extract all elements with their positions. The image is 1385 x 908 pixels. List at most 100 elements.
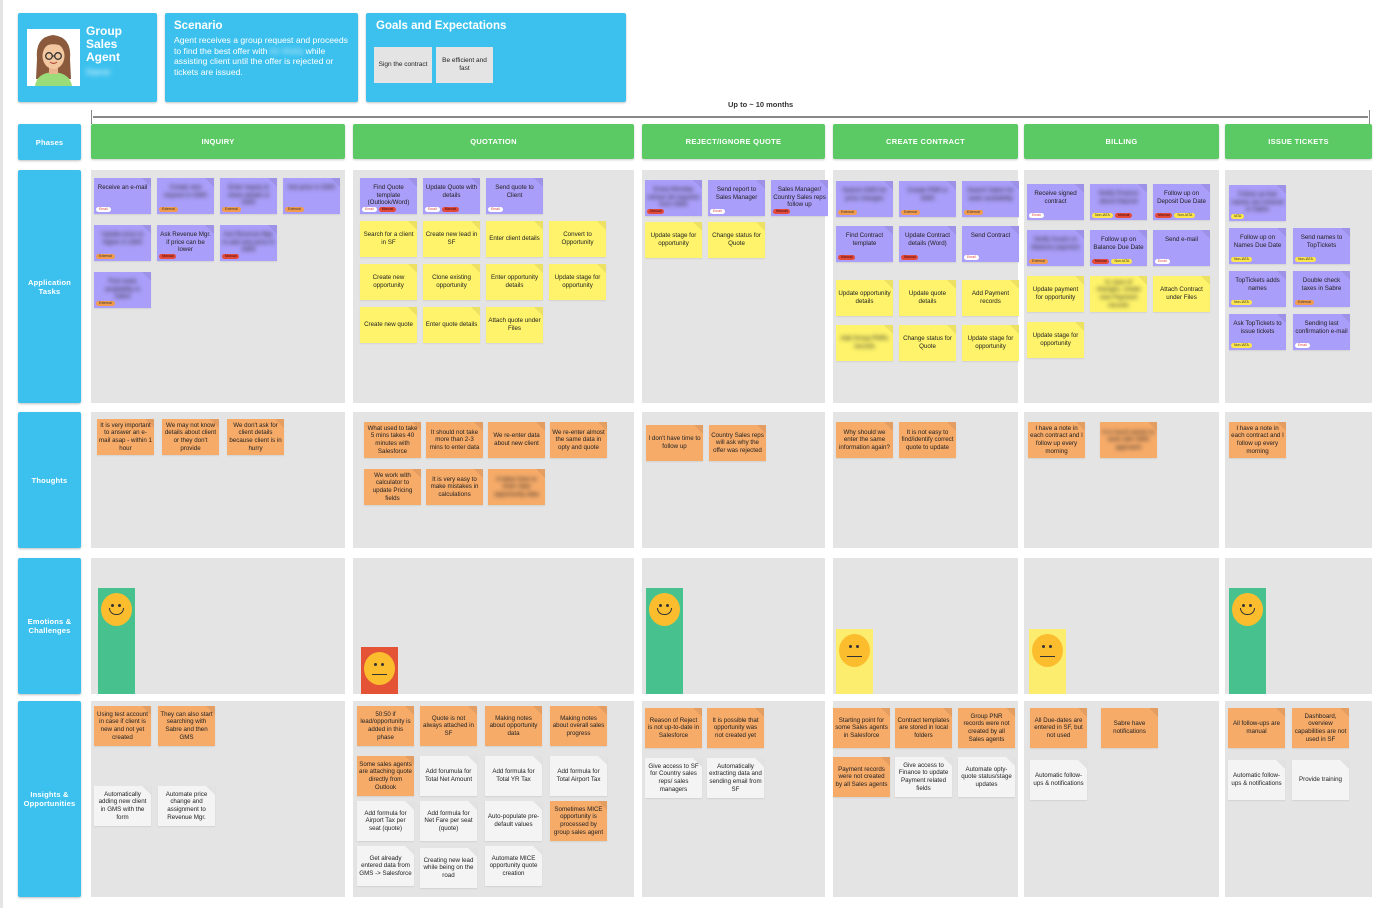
phase-quotation[interactable]: QUOTATION bbox=[353, 124, 634, 159]
persona-card[interactable]: Group Sales Agent Name bbox=[18, 13, 157, 102]
sticky-note[interactable]: Payment records were not created by all … bbox=[833, 757, 890, 797]
sticky-note[interactable]: Update Quote with details Email Manual bbox=[423, 178, 480, 214]
sticky-note[interactable]: Follow up on Balance Due Date Manual Non-I… bbox=[1090, 230, 1147, 266]
goal-sticky[interactable]: Sign the contract bbox=[374, 47, 432, 83]
sticky-note[interactable]: Enter client details bbox=[486, 221, 543, 257]
sticky-note[interactable]: Notify Finance about Deposit Non-IATA Manu… bbox=[1090, 184, 1147, 220]
sticky-note[interactable]: Sometimes MICE opportunity is processed … bbox=[550, 801, 607, 841]
sticky-note[interactable]: They can also start searching with Sabre… bbox=[158, 706, 215, 746]
sticky-note[interactable]: Every Monday extract all requests from G… bbox=[645, 180, 702, 216]
sticky-note[interactable]: Update price to higher in GMS External bbox=[94, 225, 151, 261]
sticky-note[interactable]: Update stage for opportunity bbox=[1027, 322, 1084, 358]
sticky-note[interactable]: I don't have time to follow up bbox=[646, 425, 703, 461]
sticky-note[interactable]: Add formula for Total YR Tax bbox=[485, 756, 542, 796]
sticky-note[interactable]: Send Contract Email bbox=[962, 226, 1019, 262]
sticky-note[interactable]: It is very important to answer an e-mail… bbox=[97, 419, 154, 455]
sticky-note[interactable]: Creating new lead while being on the roa… bbox=[420, 848, 477, 888]
sticky-note[interactable]: We re-enter almost the same data in opty… bbox=[550, 422, 607, 458]
sticky-note[interactable]: Get price in GMS External bbox=[283, 178, 340, 214]
sticky-note[interactable]: Find seats availability in Sabre External bbox=[94, 272, 151, 308]
sticky-note[interactable]: Automatically adding new client in GMS w… bbox=[94, 786, 151, 826]
sticky-note[interactable]: TopTickets adds names Non-IATA bbox=[1229, 271, 1286, 307]
sticky-note[interactable]: Automatic follow-ups & notifications bbox=[1228, 760, 1285, 800]
sticky-note[interactable]: Making notes about overall sales progres… bbox=[550, 706, 607, 746]
sticky-note[interactable]: Add formula for Net Fare per seat (quote… bbox=[420, 801, 477, 841]
sticky-note[interactable]: Give access to SF for Country sales reps… bbox=[645, 758, 702, 798]
phase-create-contract[interactable]: CREATE CONTRACT bbox=[833, 124, 1018, 159]
phase-issue-tickets[interactable]: ISSUE TICKETS bbox=[1225, 124, 1372, 159]
sticky-note[interactable]: It is not easy to find/identify correct … bbox=[899, 422, 956, 458]
sticky-note[interactable]: Enter opportunity details bbox=[486, 264, 543, 300]
sticky-note[interactable]: Follow up on Deposit Due Date Manual Non-I… bbox=[1153, 184, 1210, 220]
sticky-note[interactable]: Contract templates are stored in local f… bbox=[895, 708, 952, 748]
phase-billing[interactable]: BILLING bbox=[1024, 124, 1219, 159]
sticky-note[interactable]: Quote is not always attached in SF bbox=[420, 706, 477, 746]
sticky-note[interactable]: Send report to Sales Manager Email bbox=[708, 180, 765, 216]
sticky-note[interactable]: Update quote details bbox=[899, 280, 956, 316]
sticky-note[interactable]: Automate opty-quote status/stage updates bbox=[958, 757, 1015, 797]
sticky-note[interactable]: Give access to Finance to update Payment… bbox=[895, 757, 952, 797]
sticky-note[interactable]: Create new opportunity bbox=[360, 264, 417, 300]
sticky-note[interactable]: Send names to TopTickets Non-IATA bbox=[1293, 228, 1350, 264]
sticky-note[interactable]: All Due-dates are entered in SF, but not… bbox=[1030, 708, 1087, 748]
sticky-note[interactable]: Automate MICE opportunity quote creation bbox=[485, 846, 542, 886]
sticky-note[interactable]: Enter inquiry & share details in GMS Exte… bbox=[220, 178, 277, 214]
sticky-note[interactable]: Update stage for opportunity bbox=[962, 325, 1019, 361]
sticky-note[interactable]: Auto-populate pre-default values bbox=[485, 801, 542, 841]
phase-reject[interactable]: REJECT/IGNORE QUOTE bbox=[642, 124, 825, 159]
sticky-note[interactable]: Receive signed contract Email bbox=[1027, 184, 1084, 220]
sticky-note[interactable]: Starting point for some Sales agents in … bbox=[833, 708, 890, 748]
scenario-card[interactable]: Scenario Agent receives a group request … bbox=[165, 13, 358, 102]
sticky-note[interactable]: I have a note in each contract and I fol… bbox=[1229, 422, 1286, 458]
sticky-note[interactable]: Automate price change and assignment to … bbox=[158, 786, 215, 826]
sticky-note[interactable]: Add formula for Total Airport Tax bbox=[550, 756, 607, 796]
sticky-note[interactable]: Create new request in GMS External bbox=[157, 178, 214, 214]
sticky-note[interactable]: Country Sales reps will ask why the offe… bbox=[709, 425, 766, 461]
sticky-note[interactable]: Making notes about opportunity data bbox=[485, 706, 542, 746]
sticky-note[interactable]: Update stage for opportunity bbox=[645, 222, 702, 258]
sticky-note[interactable]: Change status for Quote bbox=[708, 222, 765, 258]
sticky-note[interactable]: Some sales agents are attaching quote di… bbox=[357, 756, 414, 796]
sticky-note[interactable]: All follow-ups are manual bbox=[1228, 708, 1285, 748]
sticky-note[interactable]: Follow up on Names Due Date Non-IATA bbox=[1229, 228, 1286, 264]
sticky-note[interactable]: Send quote to Client Email bbox=[486, 178, 543, 214]
sticky-note[interactable]: Attach Contract under Files bbox=[1153, 276, 1210, 312]
sticky-note[interactable]: Clone existing opportunity bbox=[423, 264, 480, 300]
sticky-note[interactable]: Automatic follow-ups & notifications bbox=[1030, 760, 1087, 800]
sticky-note[interactable]: Ask Revenue Mgr. to add new price in GMS… bbox=[220, 225, 277, 261]
sticky-note[interactable]: It is possible that opportunity was not … bbox=[707, 708, 764, 748]
sticky-note[interactable]: Convert to Opportunity bbox=[549, 221, 606, 257]
sticky-note[interactable]: Dashboard, overview capabilities are not… bbox=[1292, 708, 1349, 748]
sticky-note[interactable]: Find Contract template Manual bbox=[836, 226, 893, 262]
sticky-note[interactable]: We don't ask for client details because … bbox=[227, 419, 284, 455]
sticky-note[interactable]: Add Payment records bbox=[962, 280, 1019, 316]
sticky-note[interactable]: We may not know details about client or … bbox=[162, 419, 219, 455]
sticky-note[interactable]: It is very easy to make mistakes in calc… bbox=[426, 469, 483, 505]
sticky-note[interactable]: Send e-mail Email bbox=[1153, 230, 1210, 266]
sticky-note[interactable]: Sales Manager/ Country Sales reps follow… bbox=[771, 180, 828, 216]
sticky-note[interactable]: Provide training bbox=[1292, 760, 1349, 800]
sticky-note[interactable]: It is much easier to work with GMS appro… bbox=[1100, 422, 1157, 458]
goal-sticky[interactable]: Be efficient and fast bbox=[436, 47, 493, 83]
sticky-note[interactable]: We work with calculator to update Pricin… bbox=[364, 469, 421, 505]
sticky-note[interactable]: Get already entered data from GMS -> Sal… bbox=[357, 846, 414, 886]
sticky-note[interactable]: Update Contract details (Word) Manual bbox=[899, 226, 956, 262]
sticky-note[interactable]: Receive an e-mail Email bbox=[94, 178, 151, 214]
sticky-note[interactable]: Ask TopTickets to issue tickets Non-IATA bbox=[1229, 314, 1286, 350]
sticky-note[interactable]: Search Sabre for seats availability Exter… bbox=[962, 181, 1019, 217]
sticky-note[interactable]: Notify Issues re Balance payment External bbox=[1027, 230, 1084, 266]
sticky-note[interactable]: Add Group PNRs records bbox=[836, 325, 893, 361]
sticky-note[interactable]: What used to take 5 mins takes 40 minute… bbox=[364, 422, 421, 458]
sticky-note[interactable]: I have a note in each contract and I fol… bbox=[1028, 422, 1085, 458]
sticky-note[interactable]: Create new quote bbox=[360, 307, 417, 343]
goals-card[interactable]: Goals and Expectations Sign the contract… bbox=[366, 13, 626, 102]
sticky-note[interactable]: Ask Revenue Mgr. if price can be lower Ma… bbox=[157, 225, 214, 261]
sticky-note[interactable]: Update payment for opportunity bbox=[1027, 276, 1084, 312]
sticky-note[interactable]: We re-enter data about new client bbox=[488, 422, 545, 458]
sticky-note[interactable]: Using test account in case if client is … bbox=[94, 706, 151, 746]
phase-inquiry[interactable]: INQUIRY bbox=[91, 124, 345, 159]
sticky-note[interactable]: Add forumula for Total Net Amount bbox=[420, 756, 477, 796]
sticky-note[interactable]: It takes time to enter data opportunity … bbox=[488, 469, 545, 505]
sticky-note[interactable]: In case of changes, create new Payment r… bbox=[1090, 276, 1147, 312]
sticky-note[interactable]: Reason of Reject is not up-to-date in Sa… bbox=[645, 708, 702, 748]
